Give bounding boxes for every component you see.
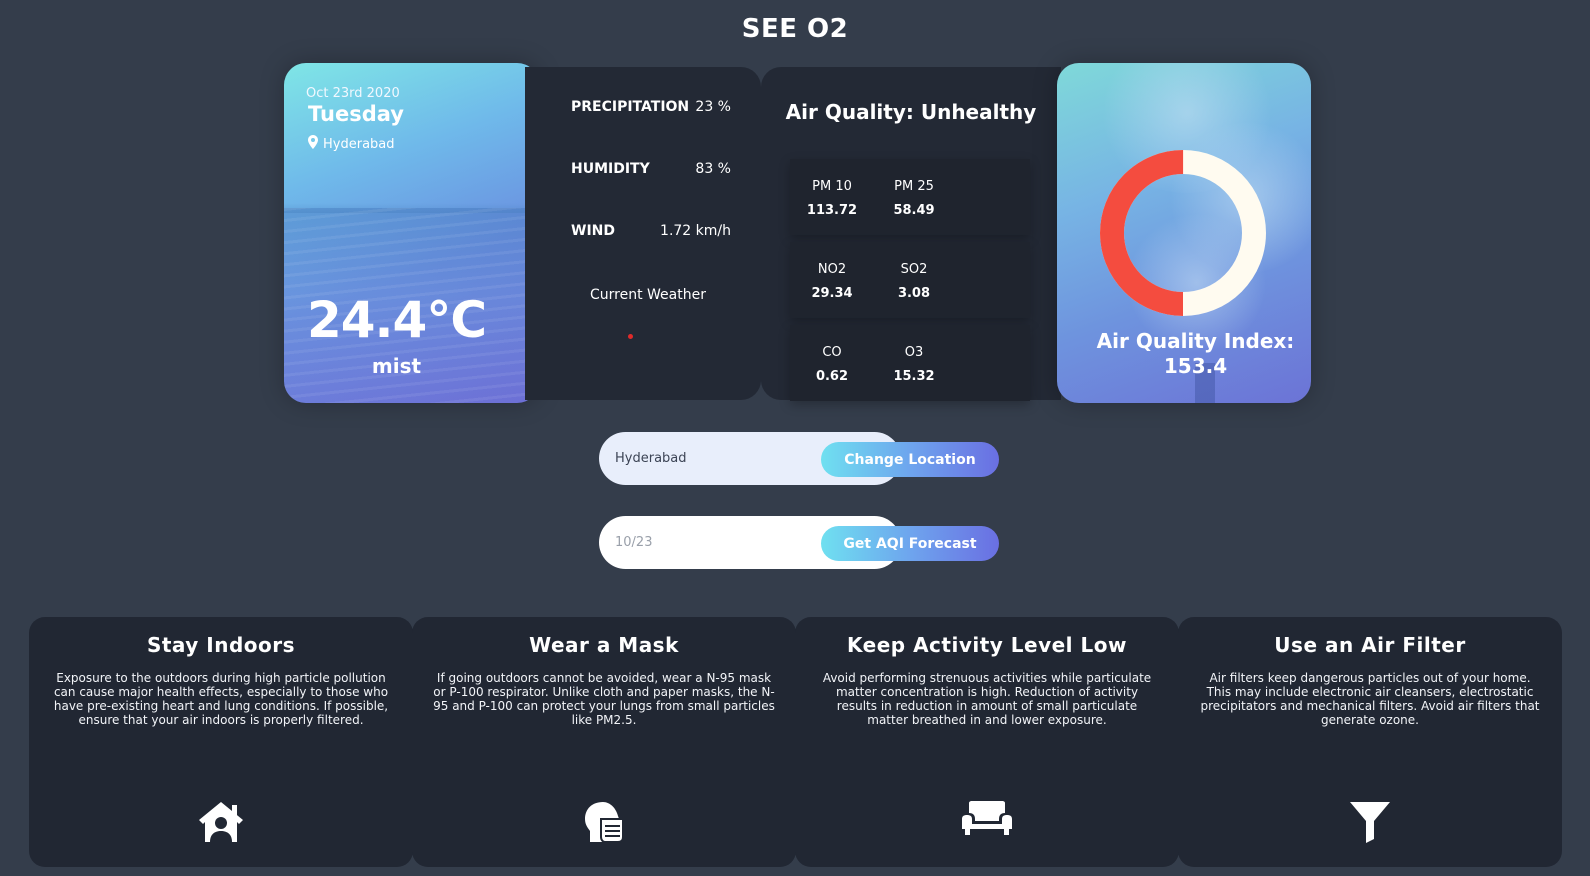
pollutant-name: PM 25 [894,179,934,194]
couch-icon [962,801,1012,835]
pollutant-o3: O3 15.32 [879,345,949,384]
precipitation-value: 23 % [695,99,731,115]
app-title: SEE O2 [741,14,849,44]
air-quality-title: Air Quality: Unhealthy [785,100,1037,124]
tip-card-use-air-filter: Use an Air Filter Air filters keep dange… [1178,617,1562,867]
aqi-card: Air Quality Index: 153.4 [1057,63,1311,403]
house-user-icon [199,802,243,842]
tip-title: Wear a Mask [529,633,679,657]
pollutant-group-co-o3: CO 0.62 O3 15.32 [790,325,1030,401]
change-location-button[interactable]: Change Location [821,442,999,477]
precipitation-row: PRECIPITATION 23 % [571,99,731,115]
weather-date: Oct 23rd 2020 [306,86,400,101]
weather-card: Oct 23rd 2020 Tuesday Hyderabad 24.4°C m… [284,63,539,403]
weather-day: Tuesday [308,102,404,126]
pollutant-pm10: PM 10 113.72 [797,179,867,218]
pollutant-name: SO2 [900,262,928,277]
pollutant-so2: SO2 3.08 [879,262,949,301]
wind-label: WIND [571,223,615,239]
tip-title: Stay Indoors [146,633,296,657]
tip-title: Keep Activity Level Low [847,633,1127,657]
pollutant-value: 0.62 [815,369,849,384]
map-pin-icon [308,135,318,153]
pollutant-value: 3.08 [897,286,931,301]
aqi-gauge [1100,150,1266,316]
pollutant-co: CO 0.62 [797,345,867,384]
head-mask-icon [585,802,624,843]
humidity-row: HUMIDITY 83 % [571,161,731,177]
pollutant-value: 58.49 [893,203,935,218]
weather-description: mist [371,354,422,378]
wind-value: 1.72 km/h [660,223,731,239]
get-aqi-forecast-button[interactable]: Get AQI Forecast [821,526,999,561]
location-form: Change Location [599,432,999,485]
aqi-label-text: Air Quality Index: [1096,329,1295,353]
pollutant-name: O3 [904,345,924,360]
status-dot [628,334,633,339]
pollutant-pm25: PM 25 58.49 [879,179,949,218]
tip-card-keep-activity-low: Keep Activity Level Low Avoid performing… [795,617,1179,867]
tip-text: Exposure to the outdoors during high par… [53,671,389,727]
pollutant-no2: NO2 29.34 [797,262,867,301]
tip-card-stay-indoors: Stay Indoors Exposure to the outdoors du… [29,617,413,867]
wind-row: WIND 1.72 km/h [571,223,731,239]
pollutant-group-gases: NO2 29.34 SO2 3.08 [790,242,1030,318]
weather-details-card: PRECIPITATION 23 % HUMIDITY 83 % WIND 1.… [525,67,761,400]
pollutant-name: PM 10 [812,179,852,194]
weather-location: Hyderabad [308,135,395,153]
humidity-value: 83 % [695,161,731,177]
precipitation-label: PRECIPITATION [571,99,690,115]
pollutant-value: 15.32 [893,369,935,384]
forecast-form: Get AQI Forecast [599,516,999,569]
pollutant-name: CO [822,345,842,360]
tip-text: Air filters keep dangerous particles out… [1200,671,1540,727]
tip-text: Avoid performing strenuous activities wh… [822,671,1152,727]
tip-text: If going outdoors cannot be avoided, wea… [433,671,775,727]
aqi-label: Air Quality Index: 153.4 [1057,329,1311,379]
weather-location-label: Hyderabad [323,136,395,152]
air-quality-card: Air Quality: Unhealthy PM 10 113.72 PM 2… [761,67,1061,401]
tip-card-wear-a-mask: Wear a Mask If going outdoors cannot be … [412,617,796,867]
pollutant-name: NO2 [817,262,847,277]
pollutant-value: 29.34 [811,286,853,301]
pollutant-value: 113.72 [806,203,858,218]
pollutant-group-pm: PM 10 113.72 PM 25 58.49 [790,159,1030,235]
tip-title: Use an Air Filter [1274,633,1466,657]
temperature: 24.4°C [306,291,487,349]
aqi-value: 153.4 [1163,354,1228,378]
current-weather-label: Current Weather [590,287,706,303]
filter-icon [1350,802,1390,843]
humidity-label: HUMIDITY [571,161,650,177]
